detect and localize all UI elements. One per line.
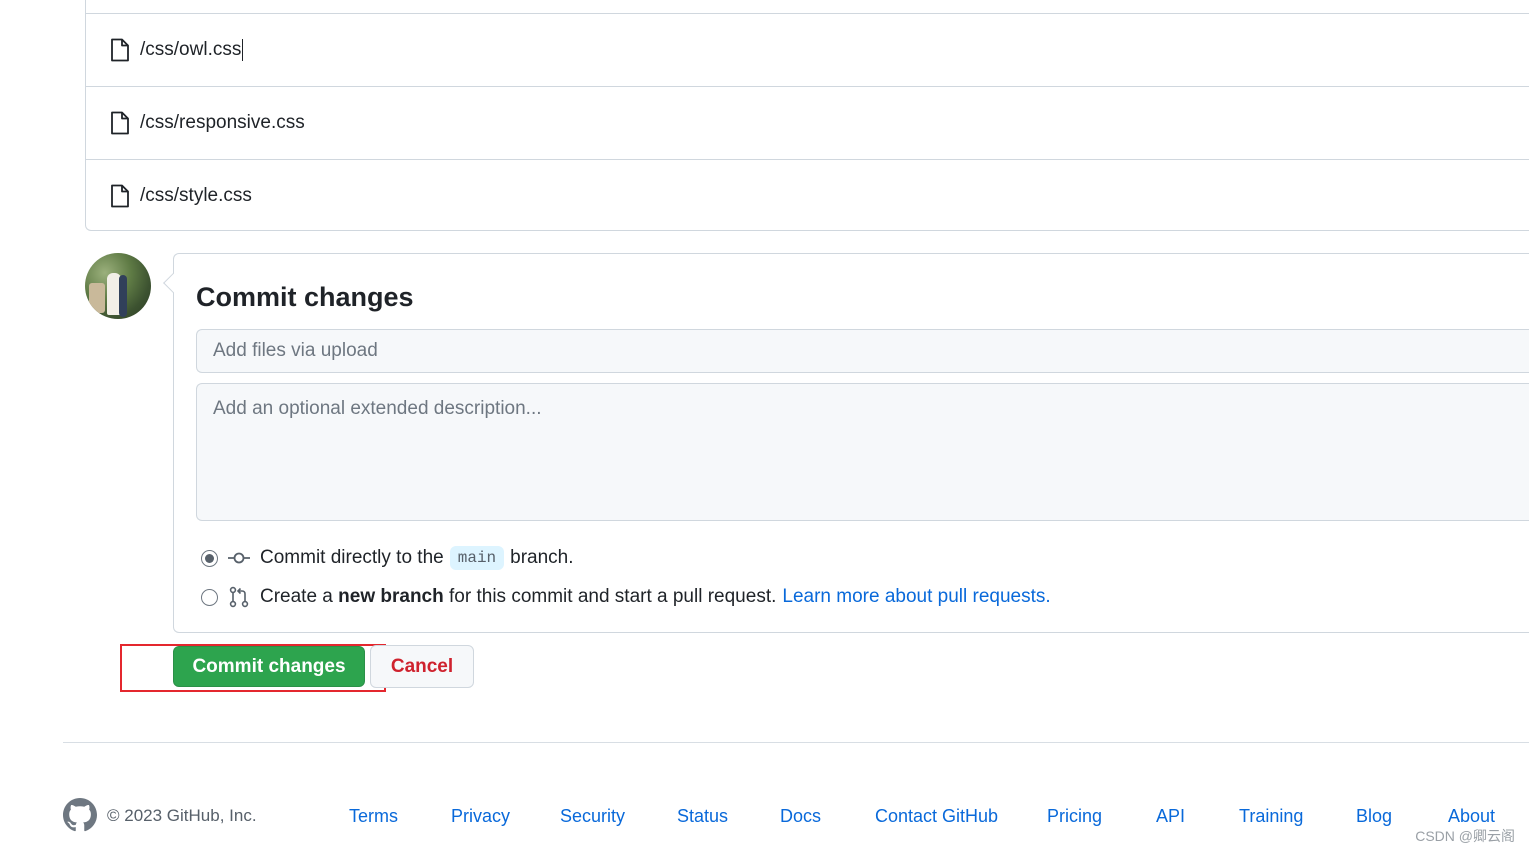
file-row[interactable]: /css/responsive.css <box>86 86 1529 159</box>
footer-divider <box>63 742 1529 743</box>
git-commit-icon <box>228 547 250 569</box>
file-icon <box>110 38 130 62</box>
copyright-text: © 2023 GitHub, Inc. <box>107 806 257 825</box>
file-name: /css/owl.css <box>140 39 242 60</box>
new-branch-prefix: Create a <box>260 586 333 607</box>
branch-name-badge: main <box>449 546 505 570</box>
watermark: CSDN @卿云阁 <box>1415 828 1515 844</box>
commit-direct-option[interactable]: Commit directly to the main branch. <box>201 546 574 570</box>
footer-link-pricing[interactable]: Pricing <box>1047 806 1102 827</box>
avatar-shape <box>119 275 127 317</box>
commit-title: Commit changes <box>196 282 414 312</box>
footer-link-about[interactable]: About <box>1448 806 1495 827</box>
footer-link-docs[interactable]: Docs <box>780 806 821 827</box>
cancel-button[interactable]: Cancel <box>370 645 474 688</box>
commit-form: Commit changes Commit directly to the ma… <box>163 253 1529 633</box>
footer-link-terms[interactable]: Terms <box>349 806 398 827</box>
new-branch-suffix: for this commit and start a pull request… <box>449 586 777 607</box>
avatar[interactable] <box>85 253 151 319</box>
commit-summary-input[interactable] <box>196 329 1529 373</box>
file-name: /css/responsive.css <box>140 112 305 133</box>
footer-link-api[interactable]: API <box>1156 806 1185 827</box>
text-cursor <box>242 39 244 61</box>
commit-direct-prefix: Commit directly to the <box>260 547 444 568</box>
footer-link-training[interactable]: Training <box>1239 806 1303 827</box>
file-name: /css/style.css <box>140 185 252 206</box>
file-icon <box>110 111 130 135</box>
commit-description-textarea[interactable] <box>196 383 1529 521</box>
new-branch-bold: new branch <box>338 586 444 607</box>
github-mark-icon[interactable] <box>63 798 97 832</box>
file-icon <box>110 184 130 208</box>
footer-link-blog[interactable]: Blog <box>1356 806 1392 827</box>
footer-link-privacy[interactable]: Privacy <box>451 806 510 827</box>
speech-arrow <box>163 273 183 293</box>
file-list: /css/owl.css /css/responsive.css /css/st… <box>85 0 1529 231</box>
file-row[interactable]: /css/owl.css <box>86 13 1529 86</box>
footer-link-security[interactable]: Security <box>560 806 625 827</box>
file-row[interactable]: /css/style.css <box>86 159 1529 232</box>
learn-more-link[interactable]: Learn more about pull requests. <box>782 586 1050 608</box>
footer-link-status[interactable]: Status <box>677 806 728 827</box>
new-branch-radio[interactable] <box>201 588 218 606</box>
git-pull-request-icon <box>228 586 250 608</box>
new-branch-option[interactable]: Create a new branch for this commit and … <box>201 586 1051 608</box>
commit-changes-button[interactable]: Commit changes <box>173 646 365 687</box>
commit-direct-suffix: branch. <box>510 547 574 568</box>
footer-link-contact[interactable]: Contact GitHub <box>875 806 998 827</box>
commit-direct-radio[interactable] <box>201 549 218 567</box>
avatar-shape <box>89 283 105 313</box>
